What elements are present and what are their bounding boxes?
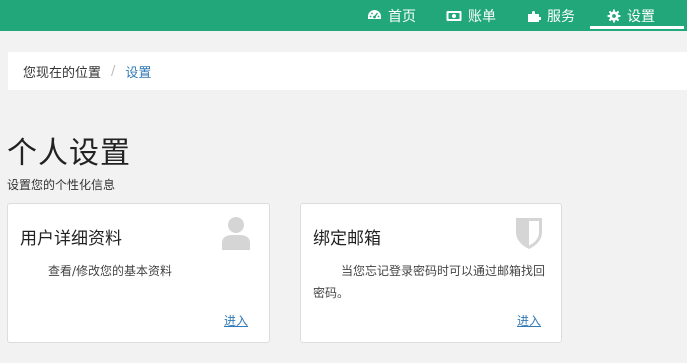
dashboard-icon xyxy=(368,10,381,19)
page-subtitle: 设置您的个性化信息 xyxy=(7,178,116,192)
card-description: 查看/修改您的基本资料 xyxy=(48,264,173,278)
enter-link[interactable]: 进入 xyxy=(224,312,248,329)
nav-label-home: 首页 xyxy=(388,8,416,25)
nav-item-home[interactable]: 首页 xyxy=(367,0,416,31)
bill-icon xyxy=(446,10,462,21)
bind-email-card: 绑定邮箱 当您忘记登录密码时可以通过邮箱找回密码。 进入 xyxy=(300,203,562,343)
nav-label-settings: 设置 xyxy=(627,8,655,25)
enter-link[interactable]: 进入 xyxy=(517,312,541,329)
card-title: 用户详细资料 xyxy=(20,229,122,249)
breadcrumb: 您现在的位置 / 设置 xyxy=(8,52,687,90)
user-profile-card: 用户详细资料 查看/修改您的基本资料 进入 xyxy=(7,203,270,343)
card-title: 绑定邮箱 xyxy=(313,229,381,249)
gear-icon xyxy=(607,9,621,22)
nav-label-bill: 账单 xyxy=(468,8,496,25)
nav-item-settings[interactable]: 设置 xyxy=(590,0,684,31)
puzzle-icon xyxy=(528,10,541,22)
shield-icon xyxy=(514,216,544,254)
top-navbar: 首页 账单 服务 设置 xyxy=(0,0,687,31)
nav-item-service[interactable]: 服务 xyxy=(527,0,575,31)
breadcrumb-separator: / xyxy=(111,63,116,79)
card-description: 当您忘记登录密码时可以通过邮箱找回密码。 xyxy=(313,264,546,300)
page-title: 个人设置 xyxy=(7,136,131,171)
user-icon xyxy=(220,216,252,254)
breadcrumb-home: 您现在的位置 xyxy=(23,65,102,81)
nav-item-bill[interactable]: 账单 xyxy=(446,0,496,31)
breadcrumb-current[interactable]: 设置 xyxy=(125,62,151,81)
nav-label-service: 服务 xyxy=(547,8,575,25)
